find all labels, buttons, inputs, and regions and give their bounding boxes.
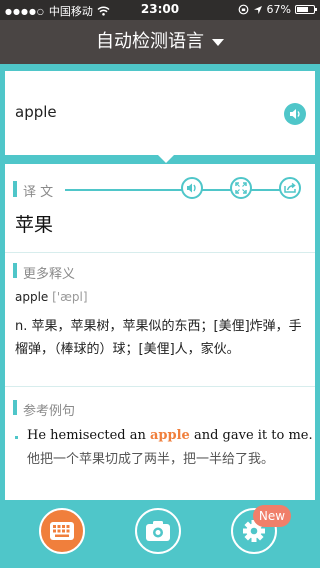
battery-percent: 67% [266,3,291,16]
battery-icon [295,5,317,14]
location-icon [253,5,262,14]
battery-level [297,7,308,12]
result-panel: 译 文 苹果 更多释义 apple ['æpl] n. 苹果，苹果树，苹果似的东… [5,164,315,500]
keyboard-tab-button[interactable] [39,508,85,554]
rotation-lock-icon [238,4,248,15]
example-chinese: 他把一个苹果切成了两半，把一半给了我。 [27,452,275,467]
example-bullet [15,436,18,439]
caret-down-icon [212,39,224,46]
speaker-icon [290,109,300,119]
bubble-pointer [158,155,174,163]
input-card[interactable]: apple [5,71,315,163]
translated-word: 苹果 [15,214,54,236]
examples-label: 参考例句 [23,404,76,419]
fullscreen-button[interactable] [230,177,252,199]
translation-speaker-button[interactable] [181,177,203,199]
speaker-icon [187,183,196,193]
example-en-after: and gave it to me. [189,428,313,443]
share-button[interactable] [279,177,301,199]
definition-word: apple [15,290,49,304]
language-selector[interactable]: 自动检测语言 [0,20,320,64]
section-marker [13,181,17,197]
page-title: 自动检测语言 [96,31,204,52]
camera-icon [146,521,170,541]
section-marker [13,263,17,278]
new-badge: New [253,505,291,527]
word-phonetic: apple ['æpl] [15,290,88,304]
divider [5,386,315,387]
divider [5,252,315,253]
example-english: He hemisected an apple and gave it to me… [27,428,313,443]
status-right: 67% [238,3,317,16]
keyboard-icon [50,522,74,540]
definition-text: n. 苹果，苹果树，苹果似的东西；[美俚]炸弹，手榴弹，（棒球的）球；[美俚]人… [15,319,302,357]
section-marker [13,400,17,415]
example-highlight: apple [150,428,190,443]
camera-tab-button[interactable] [135,508,181,554]
translation-label: 译 文 [23,185,54,200]
share-icon [284,182,296,193]
phonetic-text: ['æpl] [52,290,88,304]
status-bar: ●●●●○ 中国移动 23:00 67% [0,0,320,20]
expand-icon [235,182,247,194]
input-text[interactable]: apple [15,103,57,121]
input-speaker-button[interactable] [284,103,306,125]
more-definitions-label: 更多释义 [23,267,76,282]
example-en-before: He hemisected an [27,428,150,443]
